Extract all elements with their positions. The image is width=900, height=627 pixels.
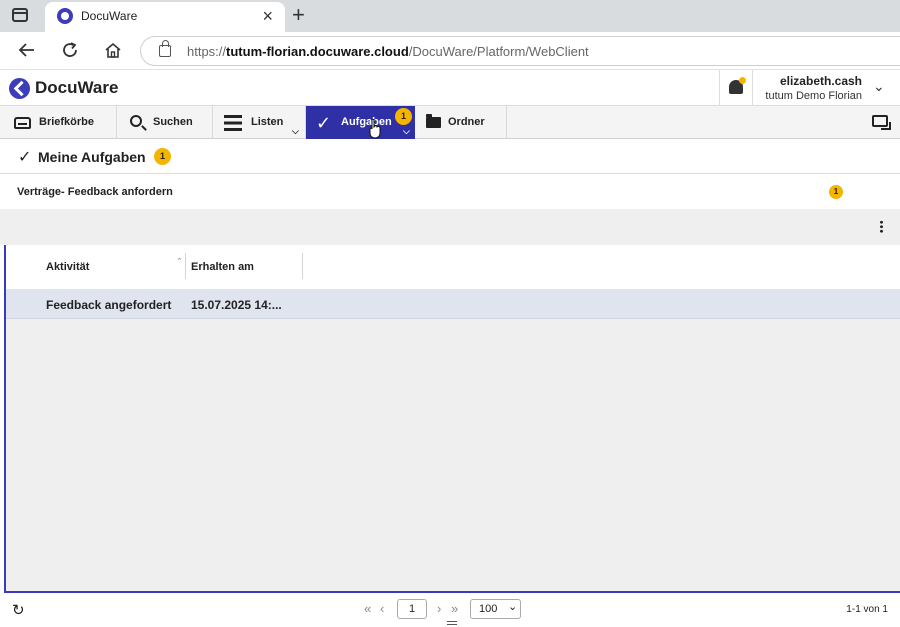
app-logo-text: DocuWare [35,78,119,97]
browser-tab-bar: DocuWare × + [0,0,900,32]
expand-window-icon[interactable] [872,115,891,130]
task-group-label: Verträge- Feedback anfordern [17,186,173,198]
listen-dropdown-caret-icon[interactable]: ⌵ [292,126,299,137]
list-icon [224,115,242,131]
notifications-button[interactable] [719,70,753,106]
cell-activity: Feedback angefordert [46,298,172,312]
table-row[interactable]: Feedback angefordert 15.07.2025 14:... [6,289,900,319]
docuware-logo-icon [9,78,30,99]
tray-icon [14,117,31,129]
column-header-erhalten-am[interactable]: Erhalten am [191,261,254,273]
tab-title: DocuWare [81,9,138,23]
url-text: https://tutum-florian.docuware.cloud/Doc… [187,44,589,59]
back-arrow-icon[interactable] [18,42,36,58]
cell-received: 15.07.2025 14:... [191,298,282,312]
column-separator[interactable] [302,253,303,279]
main-nav-bar: Briefkörbe Suchen Listen ⌵ ✓ Aufgaben 1 … [0,106,900,139]
next-page-icon[interactable]: › [437,601,441,616]
nav-briefkoerbe[interactable]: Briefkörbe [0,106,117,139]
close-tab-icon[interactable]: × [262,6,273,27]
reload-icon[interactable] [61,41,79,59]
nav-listen[interactable]: Listen ⌵ [213,106,306,139]
refresh-icon[interactable]: ↻ [12,601,25,619]
chevron-down-icon: ⌄ [508,601,518,613]
url-input[interactable]: https://tutum-florian.docuware.cloud/Doc… [140,36,900,66]
page-title-badge: 1 [154,148,171,165]
checkmark-icon: ✓ [18,149,32,166]
folder-icon [426,114,441,128]
previous-page-icon[interactable]: ‹ [380,601,384,616]
column-separator[interactable] [185,253,186,279]
site-info-icon[interactable] [159,40,171,57]
result-count: 1-1 von 1 [846,604,888,615]
task-list-header: Aktivität ˆ Erhalten am [6,245,900,289]
column-header-aktivitaet[interactable]: Aktivität [46,261,89,273]
task-list: Aktivität ˆ Erhalten am Feedback angefor… [4,245,900,593]
browser-tab[interactable]: DocuWare × [45,2,285,32]
first-page-icon[interactable]: « [364,601,371,616]
nav-aufgaben[interactable]: ✓ Aufgaben 1 ⌵ [306,106,415,139]
page-number-input[interactable]: 1 [397,599,427,619]
sidebar-toggle-icon[interactable] [12,8,28,22]
task-group-row[interactable]: Verträge- Feedback anfordern 1 [0,174,900,209]
aufgaben-count-badge: 1 [395,108,412,125]
app-header: DocuWare elizabeth.cash tutum Demo Flori… [0,70,900,106]
nav-ordner[interactable]: Ordner [415,106,507,139]
checkmark-icon: ✓ [316,113,332,133]
page-title: Meine Aufgaben [38,149,146,165]
new-tab-icon[interactable]: + [292,2,305,28]
search-icon [130,115,142,127]
list-toolbar [0,209,900,245]
user-name[interactable]: elizabeth.cash [760,74,862,88]
docuware-favicon-icon [57,8,73,24]
user-organization: tutum Demo Florian [765,90,862,102]
hand-cursor-icon [369,119,381,139]
last-page-icon[interactable]: » [451,601,458,616]
user-menu-chevron-icon[interactable]: ⌄ [873,78,885,95]
more-options-icon[interactable] [880,220,883,233]
home-icon[interactable] [104,41,122,59]
sort-icon[interactable]: ˆ [178,257,181,267]
nav-suchen[interactable]: Suchen [117,106,213,139]
bell-icon [729,77,746,94]
browser-address-bar: https://tutum-florian.docuware.cloud/Doc… [0,32,900,70]
task-group-badge: 1 [829,185,843,199]
resize-handle-icon[interactable] [447,621,457,625]
page-title-row: ✓ Meine Aufgaben 1 [0,139,900,174]
aufgaben-dropdown-caret-icon[interactable]: ⌵ [403,126,410,137]
